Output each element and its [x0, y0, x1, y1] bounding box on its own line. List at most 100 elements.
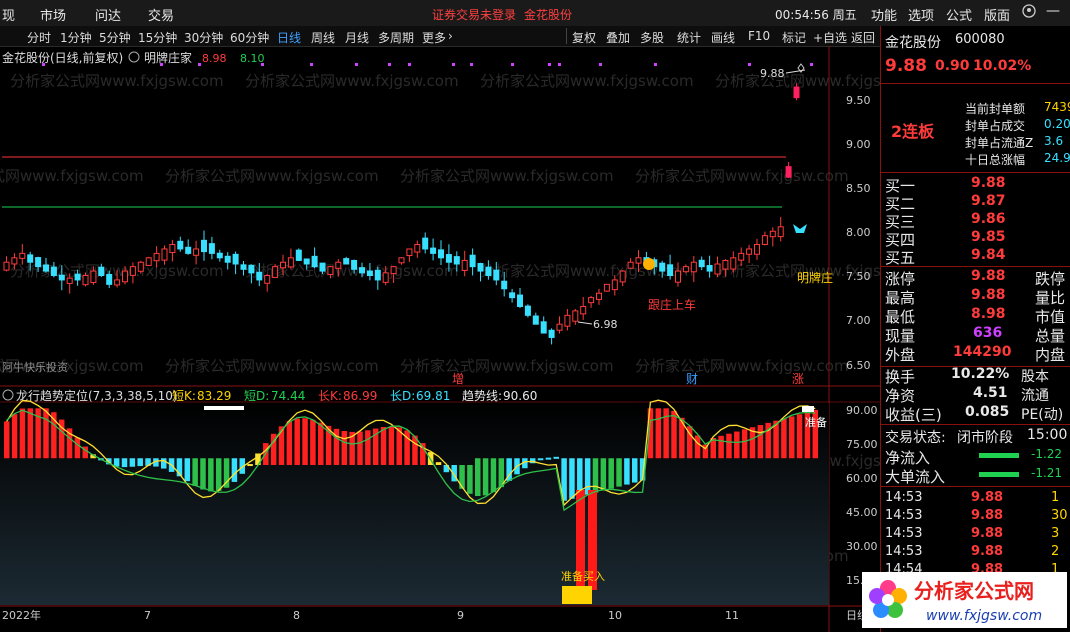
histogram-bar — [435, 462, 442, 465]
candle-body — [619, 270, 626, 283]
overlay-button[interactable]: 叠加 — [606, 29, 630, 46]
chevron-down-icon — [2, 389, 14, 401]
tab-30min[interactable]: 30分钟 — [184, 29, 223, 46]
tick-volume: 1 — [1051, 490, 1060, 505]
candle-body — [769, 230, 776, 238]
tab-multi-period[interactable]: 多周期 — [378, 29, 414, 46]
candle-body — [698, 259, 705, 268]
x-tick: 11 — [725, 609, 739, 622]
menu-item-market[interactable]: 市场 — [40, 5, 66, 24]
user-icon[interactable] — [1022, 4, 1036, 22]
chevron-down-icon — [128, 51, 140, 63]
menu-item-trade[interactable]: 交易 — [148, 5, 174, 24]
chart-title: 金花股份(日线,前复权) — [2, 50, 123, 65]
candle-body — [453, 256, 460, 265]
back-button[interactable]: 返回 — [851, 29, 875, 46]
draw-line-button[interactable]: 画线 — [711, 29, 735, 46]
signal-dot — [558, 63, 561, 66]
follow-annotation: 跟庄上车 — [648, 297, 696, 312]
candle-body — [382, 272, 389, 283]
status-label: 交易状态: — [885, 430, 946, 446]
menu-item-wenda[interactable]: 问达 — [95, 5, 121, 24]
tab-60min[interactable]: 60分钟 — [230, 29, 269, 46]
histogram-bar — [4, 421, 10, 459]
histogram-bar — [553, 456, 559, 459]
signal-dot — [452, 63, 455, 66]
fund-label-2: 流通 — [1021, 388, 1049, 404]
candle-body — [706, 265, 713, 272]
signal-dot — [355, 63, 358, 66]
quote-value: 636 — [973, 325, 1003, 341]
watermark-text: 分析家公式网www.fxjgsw.com — [480, 72, 694, 90]
tick-price: 9.88 — [971, 508, 1004, 523]
param-value: 83.29 — [197, 389, 231, 403]
kline-chart[interactable]: 分析家公式网www.fxjgsw.com 分析家公式网www.fxjgsw.com… — [0, 46, 880, 632]
minimize-icon[interactable]: — — [1046, 3, 1060, 19]
menu-item-view[interactable]: 现 — [2, 5, 15, 24]
candle-body — [264, 275, 271, 284]
tab-daily[interactable]: 日线 — [277, 29, 301, 46]
watermark-text: 分析家公式网www.fxjgsw.com — [165, 357, 379, 375]
add-watchlist-button[interactable]: +自选 — [813, 29, 847, 46]
histogram-bar — [341, 430, 348, 465]
tab-monthly[interactable]: 月线 — [345, 29, 369, 46]
menu-item-function[interactable]: 功能 — [871, 5, 897, 24]
tick-price: 9.88 — [971, 490, 1004, 505]
candle-body — [659, 262, 666, 272]
histogram-bar — [482, 458, 489, 496]
candle-body — [66, 277, 73, 284]
histogram-bar — [600, 458, 607, 491]
tab-weekly[interactable]: 周线 — [311, 29, 335, 46]
tab-timeshare[interactable]: 分时 — [27, 29, 51, 46]
low-price-label: 6.98 — [593, 318, 618, 331]
y-tick: 90.00 — [846, 404, 878, 417]
histogram-bar — [294, 418, 300, 465]
tab-15min[interactable]: 15分钟 — [138, 29, 177, 46]
histogram-bar — [388, 426, 395, 465]
quote-label: 最低 — [885, 308, 916, 326]
menu-item-layout[interactable]: 版面 — [984, 5, 1010, 24]
stats-button[interactable]: 统计 — [677, 29, 701, 46]
candle-body — [256, 271, 263, 281]
high-price-label: 9.88 — [760, 67, 785, 80]
adjust-button[interactable]: 复权 — [572, 29, 596, 46]
stock-header: 金花股份 600080 — [881, 32, 1070, 51]
login-notice[interactable]: 证券交易未登录 — [432, 6, 516, 23]
f10-button[interactable]: F10 — [748, 29, 770, 43]
clock: 00:54:56 周五 — [775, 8, 857, 22]
param-value: 86.99 — [343, 389, 377, 403]
mark-button[interactable]: 标记 — [782, 29, 806, 46]
y-tick: 45.00 — [846, 506, 878, 519]
tab-1min[interactable]: 1分钟 — [60, 29, 92, 46]
signal-dot — [748, 63, 751, 66]
x-tick: 2022年 — [2, 608, 41, 622]
brand-url: www.fxjgsw.com — [926, 608, 1042, 624]
stock-link[interactable]: 金花股份 — [524, 6, 572, 23]
quote-label: 外盘 — [885, 346, 916, 364]
candle-body — [477, 263, 484, 272]
bid-price: 9.88 — [971, 175, 1006, 191]
histogram-bar — [121, 458, 128, 468]
bid-row: 买二 9.87 — [881, 193, 1070, 213]
menu-item-options[interactable]: 选项 — [908, 5, 934, 24]
y-tick: 7.50 — [846, 270, 871, 283]
candle-body — [201, 239, 207, 253]
tick-price: 9.88 — [971, 526, 1004, 541]
candle-body — [366, 270, 373, 277]
histogram-bar — [286, 421, 293, 465]
flow-bar — [979, 472, 1019, 477]
candle-body — [319, 262, 326, 272]
quote-label: 最高 — [885, 289, 916, 307]
candle-body — [280, 261, 286, 269]
multi-stock-button[interactable]: 多股 — [640, 29, 664, 46]
histogram-bar — [310, 419, 316, 465]
tab-5min[interactable]: 5分钟 — [99, 29, 131, 46]
sub-chart-bg — [0, 403, 829, 605]
histogram-bar — [781, 418, 787, 459]
tick-time: 14:53 — [885, 526, 923, 541]
menu-item-formula[interactable]: 公式 — [946, 5, 972, 24]
candle-body — [224, 255, 231, 263]
chevron-right-icon[interactable]: › — [448, 29, 453, 43]
tab-more[interactable]: 更多 — [422, 29, 446, 46]
flow-label: 大单流入 — [885, 468, 946, 486]
